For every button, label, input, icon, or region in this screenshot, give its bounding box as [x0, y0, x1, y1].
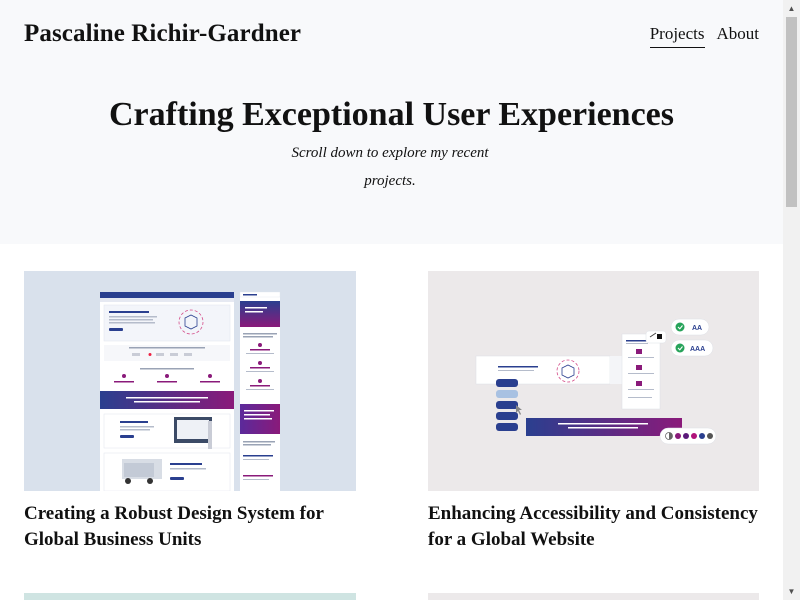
scroll-up-arrow-icon[interactable]: ▲ — [783, 0, 800, 17]
project-thumbnail-design-system — [24, 271, 356, 491]
svg-text:AA: AA — [692, 325, 702, 332]
page: Pascaline Richir-Gardner Projects About … — [0, 0, 783, 600]
check-icon — [675, 322, 685, 332]
project-title-accessibility[interactable]: Enhancing Accessibility and Consistency … — [428, 501, 759, 553]
hero-section: Pascaline Richir-Gardner Projects About … — [0, 0, 783, 244]
hero-heading: Crafting Exceptional User Experiences — [108, 96, 675, 133]
project-thumbnail-next-left[interactable] — [24, 593, 356, 600]
site-title[interactable]: Pascaline Richir-Gardner — [24, 20, 301, 48]
vertical-scrollbar[interactable]: ▲ ▼ — [783, 0, 800, 600]
nav-projects-link[interactable]: Projects — [649, 24, 705, 48]
project-card-design-system[interactable]: Creating a Robust Design System for Glob… — [24, 271, 356, 553]
design-system-mockup-image — [100, 291, 281, 491]
scroll-down-arrow-icon[interactable]: ▼ — [783, 583, 800, 600]
svg-text:AAA: AAA — [690, 346, 705, 353]
project-card-accessibility[interactable]: AA AAA Enhancing Accessibility and Consi… — [428, 271, 759, 553]
nav-about-link[interactable]: About — [717, 24, 760, 48]
project-thumbnail-accessibility: AA AAA — [428, 271, 759, 491]
main-nav: Projects About — [649, 24, 760, 48]
project-thumbnail-next-right[interactable] — [428, 593, 759, 600]
check-icon — [675, 343, 685, 353]
scrollbar-thumb[interactable] — [786, 17, 797, 207]
accessibility-mockup-image: AA AAA — [475, 318, 717, 445]
hero-subheading: Scroll down to explore my recent project… — [291, 145, 489, 189]
project-title-design-system[interactable]: Creating a Robust Design System for Glob… — [24, 501, 356, 553]
